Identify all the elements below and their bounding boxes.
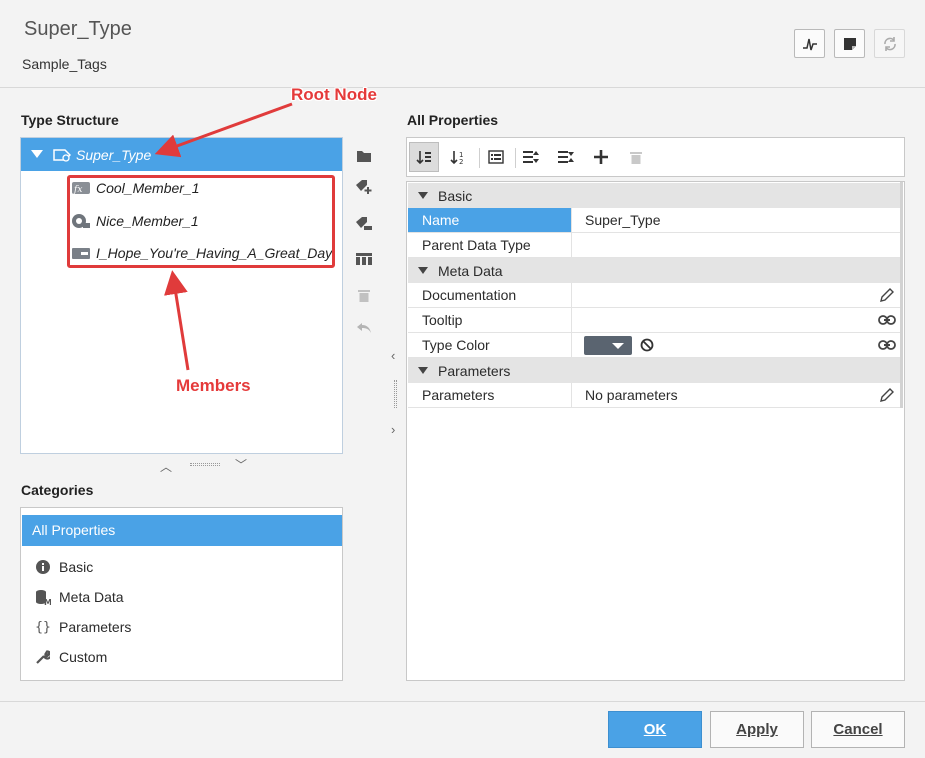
property-key: Parameters — [408, 383, 572, 407]
category-label: Parameters — [59, 619, 132, 635]
category-label: Custom — [59, 649, 108, 665]
apply-button[interactable]: Apply — [710, 711, 804, 748]
expand-right-icon[interactable]: › — [391, 422, 395, 437]
undo-button[interactable] — [354, 318, 374, 338]
property-key: Documentation — [408, 283, 572, 307]
clear-color-icon[interactable] — [640, 338, 654, 355]
category-all-properties[interactable]: All Properties — [22, 515, 342, 546]
category-label: Basic — [59, 559, 94, 575]
expand-all-icon — [523, 151, 539, 163]
add-tag-icon — [356, 180, 372, 194]
collapse-all-button[interactable] — [551, 142, 581, 172]
new-folder-button[interactable] — [354, 146, 374, 166]
property-key: Name — [408, 208, 572, 232]
vertical-scrollbar[interactable] — [900, 182, 903, 408]
category-parameters[interactable]: {} Parameters — [35, 617, 325, 641]
info-icon — [35, 559, 51, 575]
binding-link-icon[interactable] — [878, 337, 896, 353]
folder-icon — [357, 151, 371, 162]
ok-button[interactable]: OK — [608, 711, 702, 748]
delete-property-button[interactable] — [621, 142, 651, 172]
collapse-all-icon — [558, 151, 574, 163]
pencil-icon[interactable] — [878, 387, 896, 403]
pencil-icon[interactable] — [878, 287, 896, 303]
splitter-up-icon[interactable]: ︿ — [160, 458, 172, 475]
sort-category-icon — [416, 151, 431, 165]
vertical-splitter-grip[interactable] — [394, 380, 397, 408]
property-key: Parent Data Type — [408, 233, 572, 257]
property-row-tooltip[interactable]: Tooltip — [408, 308, 902, 333]
category-meta-data[interactable]: M Meta Data — [35, 587, 325, 611]
add-member-button[interactable] — [354, 177, 374, 197]
add-udt-instance-button[interactable] — [354, 249, 374, 269]
category-basic[interactable]: Basic — [35, 557, 325, 581]
property-row-documentation[interactable]: Documentation — [408, 283, 902, 308]
properties-toolbar: 12 — [406, 137, 905, 177]
horizontal-splitter-grip[interactable] — [190, 463, 220, 466]
group-label: Basic — [438, 188, 473, 204]
group-label: Parameters — [438, 363, 511, 379]
group-parameters[interactable]: Parameters — [408, 358, 902, 383]
collapse-arrow-icon[interactable] — [418, 192, 428, 199]
cancel-button[interactable]: Cancel — [811, 711, 905, 748]
columns-icon — [356, 253, 372, 265]
property-value: No parameters — [585, 387, 678, 403]
all-properties-title: All Properties — [407, 112, 499, 128]
categories-list[interactable]: All Properties Basic M Meta Data {} Para… — [20, 507, 343, 681]
property-row-type-color[interactable]: Type Color — [408, 333, 902, 358]
undo-icon — [357, 323, 371, 333]
sort-alpha-button[interactable]: 12 — [443, 142, 473, 172]
trash-icon — [630, 152, 642, 164]
color-picker-dropdown[interactable] — [584, 336, 632, 355]
binding-link-icon[interactable] — [878, 312, 896, 328]
tag-edit-icon — [356, 217, 372, 230]
property-row-parameters[interactable]: Parameters No parameters — [408, 383, 902, 408]
sort-category-button[interactable] — [409, 142, 439, 172]
add-property-button[interactable] — [586, 142, 616, 172]
collapse-left-icon[interactable]: ‹ — [391, 348, 395, 363]
property-key: Type Color — [408, 333, 572, 357]
category-label: Meta Data — [59, 589, 124, 605]
list-details-icon — [488, 150, 504, 164]
group-basic[interactable]: Basic — [408, 183, 902, 208]
plus-icon — [594, 150, 608, 164]
collapse-arrow-icon[interactable] — [418, 267, 428, 274]
delete-member-button[interactable] — [354, 285, 374, 305]
wrench-icon — [35, 649, 51, 665]
footer-divider — [0, 701, 925, 702]
property-row-name[interactable]: Name Super_Type — [408, 208, 902, 233]
toolbar-separator — [479, 148, 480, 168]
details-button[interactable] — [481, 142, 511, 172]
group-meta-data[interactable]: Meta Data — [408, 258, 902, 283]
collapse-arrow-icon[interactable] — [418, 367, 428, 374]
group-label: Meta Data — [438, 263, 503, 279]
categories-title: Categories — [21, 482, 94, 498]
property-grid: Basic Name Super_Type Parent Data Type M… — [406, 181, 905, 681]
database-icon: M — [35, 589, 51, 605]
sort-alpha-icon: 12 — [450, 151, 463, 165]
property-value-input[interactable]: Super_Type — [585, 212, 661, 228]
category-custom[interactable]: Custom — [35, 647, 325, 671]
edit-member-button[interactable] — [354, 214, 374, 234]
property-key: Tooltip — [408, 308, 572, 332]
braces-icon: {} — [35, 619, 51, 635]
property-row-parent-data-type[interactable]: Parent Data Type — [408, 233, 902, 258]
expand-all-button[interactable] — [516, 142, 546, 172]
splitter-down-icon[interactable]: ﹀ — [235, 456, 247, 473]
svg-text:M: M — [44, 598, 51, 605]
trash-icon — [358, 290, 370, 302]
chevron-down-icon — [612, 343, 624, 349]
svg-text:2: 2 — [459, 158, 463, 165]
